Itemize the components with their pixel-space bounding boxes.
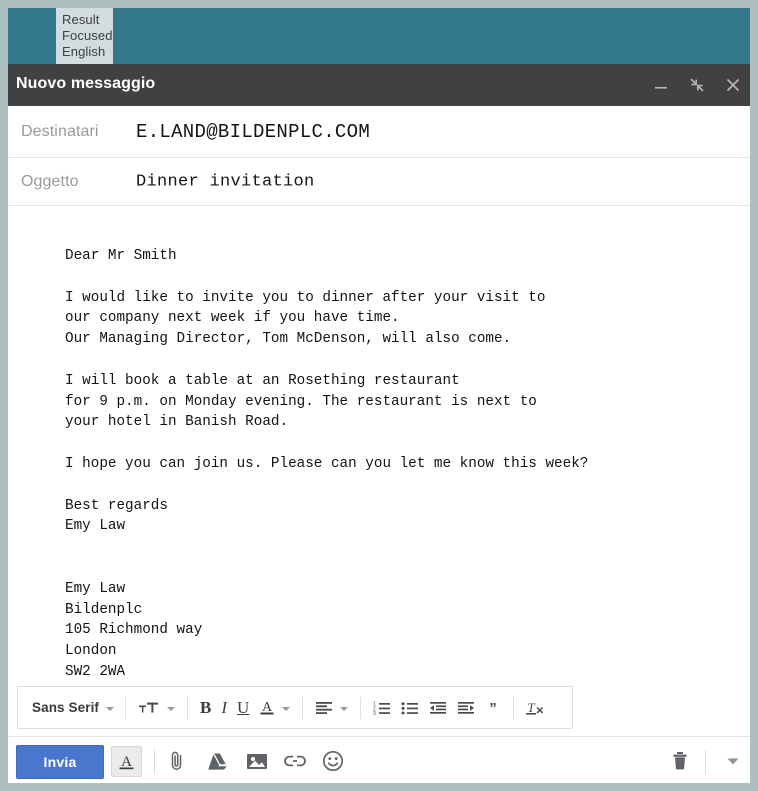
badge-line-focused: Focused (62, 28, 113, 44)
action-bar-divider (154, 750, 155, 774)
chevron-down-icon (282, 706, 291, 711)
svg-text:T: T (528, 700, 536, 715)
insert-emoji-icon[interactable] (319, 747, 347, 775)
formatting-toolbar: Sans Serif B I U A 1 2 3 ” T (17, 686, 573, 729)
text-color-icon: A (259, 699, 275, 716)
toolbar-divider (125, 696, 127, 719)
attach-file-icon[interactable] (163, 747, 191, 775)
recipients-label: Destinatari (21, 122, 99, 140)
compose-window-titlebar: Nuovo messaggio (8, 64, 750, 106)
align-icon (315, 701, 333, 715)
compose-window-title: Nuovo messaggio (16, 75, 156, 92)
insert-drive-icon[interactable] (203, 747, 231, 775)
compose-action-bar: Invia A (8, 736, 750, 783)
bulleted-list-icon[interactable] (396, 693, 424, 723)
chevron-down-icon (340, 706, 349, 711)
align-selector[interactable] (310, 693, 353, 723)
screenshot-root: Result Focused English Nuovo messaggio D… (0, 0, 758, 791)
remove-formatting-icon[interactable]: T (521, 693, 549, 723)
font-family-selector[interactable]: Sans Serif (24, 693, 118, 723)
more-options-icon[interactable] (719, 747, 747, 775)
recipients-row[interactable]: Destinatari E.LAND@BILDENPLC.COM (8, 106, 750, 158)
result-focused-english-badge: Result Focused English (56, 8, 113, 64)
svg-text:”: ” (490, 701, 498, 715)
bold-icon[interactable]: B (195, 693, 216, 723)
send-button[interactable]: Invia (16, 745, 104, 779)
text-color-selector[interactable]: A (254, 693, 295, 723)
minimize-icon[interactable] (652, 76, 670, 94)
underline-icon[interactable]: U (232, 693, 254, 723)
badge-line-english: English (62, 44, 106, 60)
discard-draft-icon[interactable] (666, 747, 694, 775)
svg-text:3: 3 (373, 711, 376, 715)
message-body-editor[interactable]: Dear Mr Smith I would like to invite you… (8, 206, 750, 684)
action-bar-divider (705, 750, 706, 774)
numbered-list-icon[interactable]: 1 2 3 (368, 693, 396, 723)
subject-row[interactable]: Oggetto Dinner invitation (8, 158, 750, 206)
exit-fullscreen-icon[interactable] (688, 76, 706, 94)
compose-pane: Destinatari E.LAND@BILDENPLC.COM Oggetto… (8, 106, 750, 783)
subject-input[interactable]: Dinner invitation (136, 172, 315, 191)
italic-icon[interactable]: I (216, 693, 232, 723)
indent-icon[interactable] (452, 693, 480, 723)
recipients-input[interactable]: E.LAND@BILDENPLC.COM (136, 121, 370, 143)
window-controls (652, 64, 742, 106)
subject-label: Oggetto (21, 172, 79, 190)
font-family-label: Sans Serif (32, 700, 100, 715)
outdent-icon[interactable] (424, 693, 452, 723)
toolbar-divider (360, 696, 362, 719)
font-size-icon (138, 700, 160, 716)
insert-photo-icon[interactable] (243, 747, 271, 775)
toolbar-divider (187, 696, 189, 719)
chevron-down-icon (106, 706, 115, 711)
font-size-selector[interactable] (133, 693, 180, 723)
formatting-options-icon[interactable]: A (111, 746, 142, 777)
quote-icon[interactable]: ” (480, 693, 506, 723)
teal-header-band: Result Focused English (8, 8, 750, 64)
toolbar-divider (302, 696, 304, 719)
chevron-down-icon (167, 706, 176, 711)
toolbar-divider (513, 696, 515, 719)
close-icon[interactable] (724, 76, 742, 94)
badge-line-result: Result (62, 12, 100, 27)
insert-link-icon[interactable] (281, 747, 309, 775)
